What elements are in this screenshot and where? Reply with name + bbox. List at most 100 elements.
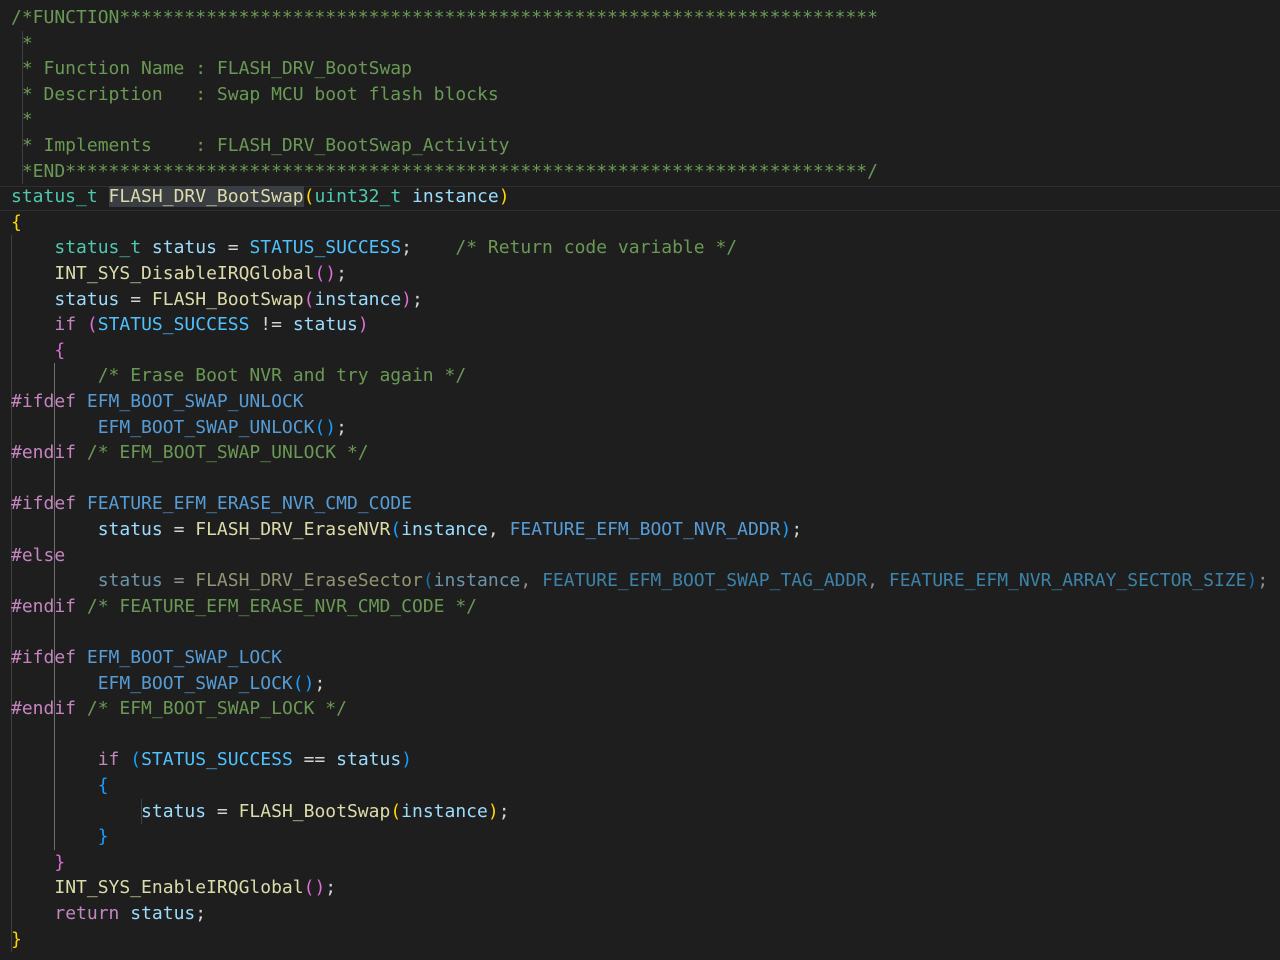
code-line[interactable]: return status; bbox=[11, 901, 206, 926]
code-token: status bbox=[151, 237, 217, 259]
code-token: ) bbox=[401, 749, 413, 771]
code-token: ) bbox=[401, 288, 413, 310]
code-line[interactable]: if (STATUS_SUCCESS == status) bbox=[11, 747, 412, 772]
code-token: EFM_BOOT_SWAP_LOCK bbox=[86, 647, 282, 668]
code-line[interactable]: { bbox=[11, 210, 22, 235]
code-line[interactable]: } bbox=[11, 927, 22, 952]
code-line[interactable]: status_t FLASH_DRV_BootSwap(uint32_t ins… bbox=[11, 184, 510, 209]
code-token: , bbox=[520, 570, 543, 592]
code-token: ) bbox=[487, 800, 499, 822]
code-token: = bbox=[119, 288, 152, 310]
code-line[interactable]: status_t status = STATUS_SUCCESS; /* Ret… bbox=[11, 235, 737, 260]
code-line[interactable]: * Function Name : FLASH_DRV_BootSwap bbox=[11, 56, 412, 81]
code-token: ( bbox=[130, 749, 142, 771]
code-token: () bbox=[314, 416, 337, 438]
code-line[interactable]: status = FLASH_BootSwap(instance); bbox=[11, 287, 423, 312]
code-token: } bbox=[54, 851, 66, 873]
code-token: ; bbox=[325, 877, 337, 899]
code-line[interactable]: if (STATUS_SUCCESS != status) bbox=[11, 312, 368, 337]
code-token: #ifdef bbox=[11, 647, 77, 668]
code-line[interactable]: #endif /* EFM_BOOT_SWAP_UNLOCK */ bbox=[11, 440, 369, 465]
code-token: , bbox=[487, 519, 510, 540]
code-token: ; bbox=[195, 903, 207, 924]
code-token: /*FUNCTION******************************… bbox=[11, 7, 878, 28]
code-line[interactable]: { bbox=[11, 773, 109, 798]
code-token: #endif bbox=[11, 698, 77, 720]
code-token: FLASH_DRV_EraseSector bbox=[195, 570, 423, 592]
code-line[interactable]: } bbox=[11, 850, 65, 875]
code-token: if bbox=[54, 314, 77, 336]
code-line[interactable]: * bbox=[11, 107, 33, 132]
code-token: () bbox=[292, 672, 315, 694]
code-token: /* FEATURE_EFM_ERASE_NVR_CMD_CODE */ bbox=[86, 595, 478, 617]
code-line[interactable]: * Description : Swap MCU boot flash bloc… bbox=[11, 82, 499, 107]
code-line[interactable]: *END************************************… bbox=[11, 159, 878, 184]
code-token: instance bbox=[314, 288, 402, 310]
code-token: * Implements : FLASH_DRV_BootSwap_Activi… bbox=[11, 135, 510, 156]
code-token: FEATURE_EFM_NVR_ARRAY_SECTOR_SIZE bbox=[888, 570, 1247, 592]
code-line[interactable]: status = FLASH_DRV_EraseNVR(instance, FE… bbox=[11, 517, 802, 542]
code-token: FLASH_DRV_EraseNVR bbox=[195, 519, 391, 540]
code-line[interactable]: } bbox=[11, 824, 109, 849]
code-line[interactable]: { bbox=[11, 338, 65, 363]
code-line[interactable]: #endif /* EFM_BOOT_SWAP_LOCK */ bbox=[11, 696, 347, 721]
code-token: #endif bbox=[11, 595, 77, 617]
code-token: /* Return code variable */ bbox=[455, 237, 738, 259]
code-line[interactable]: #else bbox=[11, 543, 65, 568]
code-token: uint32_t bbox=[314, 186, 402, 208]
code-token: status bbox=[97, 570, 163, 592]
code-line[interactable]: EFM_BOOT_SWAP_UNLOCK(); bbox=[11, 415, 347, 440]
code-token: FLASH_DRV_BootSwap bbox=[108, 186, 304, 208]
code-token: } bbox=[97, 826, 109, 848]
code-token: #else bbox=[11, 544, 66, 566]
code-token: () bbox=[314, 263, 337, 284]
code-token: FLASH_BootSwap bbox=[238, 800, 391, 822]
code-token: STATUS_SUCCESS bbox=[249, 237, 402, 259]
code-line[interactable]: /* Erase Boot NVR and try again */ bbox=[11, 363, 466, 388]
code-line[interactable]: /*FUNCTION******************************… bbox=[11, 5, 878, 30]
code-editor[interactable]: /*FUNCTION******************************… bbox=[0, 0, 1280, 960]
code-line[interactable]: * Implements : FLASH_DRV_BootSwap_Activi… bbox=[11, 133, 510, 158]
code-token: ; bbox=[498, 800, 510, 822]
code-token: ; bbox=[1257, 570, 1269, 592]
code-token: /* EFM_BOOT_SWAP_UNLOCK */ bbox=[86, 442, 369, 464]
code-line[interactable]: * bbox=[11, 31, 33, 56]
code-token: = bbox=[162, 519, 196, 540]
code-line[interactable]: status = FLASH_BootSwap(instance); bbox=[11, 799, 510, 824]
code-token: instance bbox=[401, 519, 488, 540]
code-line[interactable]: INT_SYS_DisableIRQGlobal(); bbox=[11, 261, 347, 286]
code-token: status bbox=[130, 903, 196, 924]
code-line[interactable]: #endif /* FEATURE_EFM_ERASE_NVR_CMD_CODE… bbox=[11, 594, 477, 619]
code-line[interactable]: #ifdef EFM_BOOT_SWAP_LOCK bbox=[11, 645, 282, 670]
code-token: = bbox=[162, 570, 196, 592]
code-token: { bbox=[97, 775, 109, 796]
code-token: { bbox=[54, 339, 66, 361]
code-token: = bbox=[206, 800, 239, 822]
code-line[interactable]: EFM_BOOT_SWAP_LOCK(); bbox=[11, 671, 326, 696]
code-token: status bbox=[336, 749, 402, 771]
code-line[interactable]: INT_SYS_EnableIRQGlobal(); bbox=[11, 875, 336, 900]
code-line[interactable]: #ifdef FEATURE_EFM_ERASE_NVR_CMD_CODE bbox=[11, 491, 412, 516]
code-line[interactable]: #ifdef EFM_BOOT_SWAP_UNLOCK bbox=[11, 389, 304, 414]
code-line[interactable]: status = FLASH_DRV_EraseSector(instance,… bbox=[11, 568, 1268, 593]
code-token: == bbox=[292, 749, 337, 771]
code-token: EFM_BOOT_SWAP_UNLOCK bbox=[86, 391, 304, 412]
